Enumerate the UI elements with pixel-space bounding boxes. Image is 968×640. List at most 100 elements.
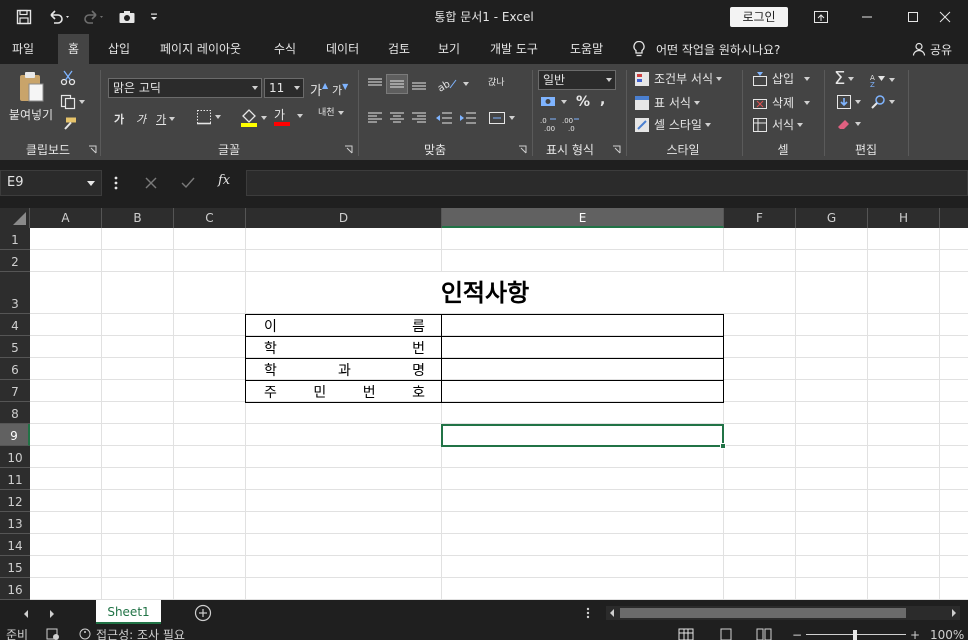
- sheet-tab-sheet1[interactable]: Sheet1: [96, 600, 161, 624]
- comma-button[interactable]: ,: [600, 92, 605, 108]
- label-cell[interactable]: 이 름: [246, 315, 442, 337]
- select-all-button[interactable]: [0, 208, 30, 228]
- ribbon-display-icon[interactable]: [798, 0, 844, 34]
- row-header[interactable]: 8: [0, 402, 30, 424]
- column-header-h[interactable]: H: [868, 208, 940, 228]
- tab-formulas[interactable]: 수식: [274, 34, 296, 64]
- row-header[interactable]: 6: [0, 358, 30, 380]
- label-cell[interactable]: 주 민 번 호: [246, 381, 442, 403]
- row-header[interactable]: 2: [0, 250, 30, 272]
- scroll-left-icon[interactable]: [608, 608, 616, 618]
- bold-button[interactable]: 가: [114, 111, 124, 127]
- page-layout-view-icon[interactable]: [718, 628, 734, 640]
- cell-area[interactable]: 인적사항 이 름 학 번 학 과 명 주 민 번 호: [30, 228, 968, 600]
- percent-button[interactable]: %: [576, 94, 590, 110]
- font-launcher-icon[interactable]: [344, 144, 354, 154]
- scroll-right-icon[interactable]: [950, 608, 958, 618]
- format-cells-button[interactable]: 서식: [752, 116, 804, 133]
- underline-button[interactable]: 가: [156, 111, 176, 127]
- login-button[interactable]: 로그인: [730, 7, 788, 27]
- tab-file[interactable]: 파일: [12, 34, 34, 64]
- column-header-a[interactable]: A: [30, 208, 102, 228]
- close-icon[interactable]: [922, 0, 968, 34]
- sheet-title-cell[interactable]: 인적사항: [246, 272, 724, 314]
- merge-center-icon[interactable]: [488, 110, 515, 126]
- row-header[interactable]: 16: [0, 578, 30, 600]
- tab-review[interactable]: 검토: [388, 34, 410, 64]
- clipboard-launcher-icon[interactable]: [88, 144, 98, 154]
- new-sheet-icon[interactable]: [194, 604, 212, 625]
- zoom-in-button[interactable]: +: [910, 628, 920, 640]
- number-format-select[interactable]: 일반: [538, 70, 616, 90]
- font-color-dropdown-icon[interactable]: [294, 114, 303, 118]
- row-header[interactable]: 13: [0, 512, 30, 534]
- column-header-c[interactable]: C: [174, 208, 246, 228]
- tab-home[interactable]: 홈: [58, 34, 90, 64]
- fill-handle[interactable]: [720, 443, 726, 449]
- align-left-icon[interactable]: [366, 110, 384, 126]
- save-icon[interactable]: [8, 0, 40, 34]
- tab-view[interactable]: 보기: [438, 34, 460, 64]
- row-header[interactable]: 14: [0, 534, 30, 556]
- increase-indent-icon[interactable]: [458, 110, 478, 126]
- scroll-sheets-left-icon[interactable]: [22, 608, 30, 622]
- minimize-icon[interactable]: [844, 0, 890, 34]
- confirm-entry-icon[interactable]: [180, 176, 196, 193]
- grow-font-button[interactable]: 가 ▲: [310, 80, 328, 99]
- tab-insert[interactable]: 삽입: [108, 34, 130, 64]
- fill-color-button[interactable]: [240, 108, 267, 128]
- row-header[interactable]: 12: [0, 490, 30, 512]
- fill-down-icon[interactable]: [836, 94, 861, 110]
- status-accessibility[interactable]: 접근성: 조사 필요: [96, 628, 185, 640]
- tab-developer[interactable]: 개발 도구: [490, 34, 538, 64]
- decrease-decimal-icon[interactable]: .00.0: [562, 116, 580, 132]
- paste-button[interactable]: 붙여넣기: [8, 70, 54, 123]
- value-cell[interactable]: [442, 359, 723, 381]
- format-as-table-button[interactable]: 표 서식: [634, 94, 700, 111]
- camera-icon[interactable]: [114, 0, 140, 34]
- row-header[interactable]: 1: [0, 228, 30, 250]
- more-options-icon[interactable]: [112, 174, 120, 195]
- row-header[interactable]: 15: [0, 556, 30, 578]
- font-size-select[interactable]: 11: [264, 78, 304, 98]
- customize-qat-icon[interactable]: [144, 0, 164, 34]
- format-painter-icon[interactable]: [60, 116, 78, 132]
- row-header[interactable]: 9: [0, 424, 30, 446]
- cut-icon[interactable]: [60, 70, 76, 86]
- column-header-d[interactable]: D: [246, 208, 442, 228]
- value-cell[interactable]: [442, 337, 723, 359]
- row-header[interactable]: 5: [0, 336, 30, 358]
- redo-icon[interactable]: [78, 0, 110, 34]
- alignment-launcher-icon[interactable]: [518, 144, 528, 154]
- sort-filter-icon[interactable]: AZ: [870, 72, 895, 88]
- scroll-sheets-right-icon[interactable]: [48, 608, 56, 622]
- page-break-view-icon[interactable]: [756, 628, 772, 640]
- accounting-format-icon[interactable]: [540, 94, 567, 110]
- normal-view-icon[interactable]: [678, 628, 694, 640]
- borders-button[interactable]: [196, 109, 221, 125]
- cell-styles-button[interactable]: 셀 스타일: [634, 116, 711, 133]
- align-right-icon[interactable]: [410, 110, 428, 126]
- column-header-g[interactable]: G: [796, 208, 868, 228]
- active-cell-e9[interactable]: [441, 424, 724, 447]
- name-box[interactable]: E9: [0, 170, 102, 196]
- column-header-f[interactable]: F: [724, 208, 796, 228]
- column-header-b[interactable]: B: [102, 208, 174, 228]
- align-middle-icon[interactable]: [386, 74, 408, 94]
- insert-cells-button[interactable]: 삽입: [752, 70, 811, 87]
- share-button[interactable]: 공유: [912, 34, 952, 64]
- shrink-font-button[interactable]: 가 ▼: [332, 82, 348, 98]
- tab-help[interactable]: 도움말: [570, 34, 603, 64]
- align-top-icon[interactable]: [366, 76, 384, 92]
- column-header-e[interactable]: E: [442, 208, 724, 228]
- tell-me-box[interactable]: 어떤 작업을 원하시나요?: [632, 34, 780, 64]
- autosum-button[interactable]: Σ: [834, 68, 855, 89]
- value-cell[interactable]: [442, 381, 723, 403]
- label-cell[interactable]: 학 번: [246, 337, 442, 359]
- horizontal-scrollbar[interactable]: [606, 606, 960, 620]
- label-cell[interactable]: 학 과 명: [246, 359, 442, 381]
- find-select-icon[interactable]: [870, 94, 895, 110]
- undo-icon[interactable]: [42, 0, 76, 34]
- value-cell[interactable]: [442, 315, 723, 337]
- tab-page-layout[interactable]: 페이지 레이아웃: [160, 34, 241, 64]
